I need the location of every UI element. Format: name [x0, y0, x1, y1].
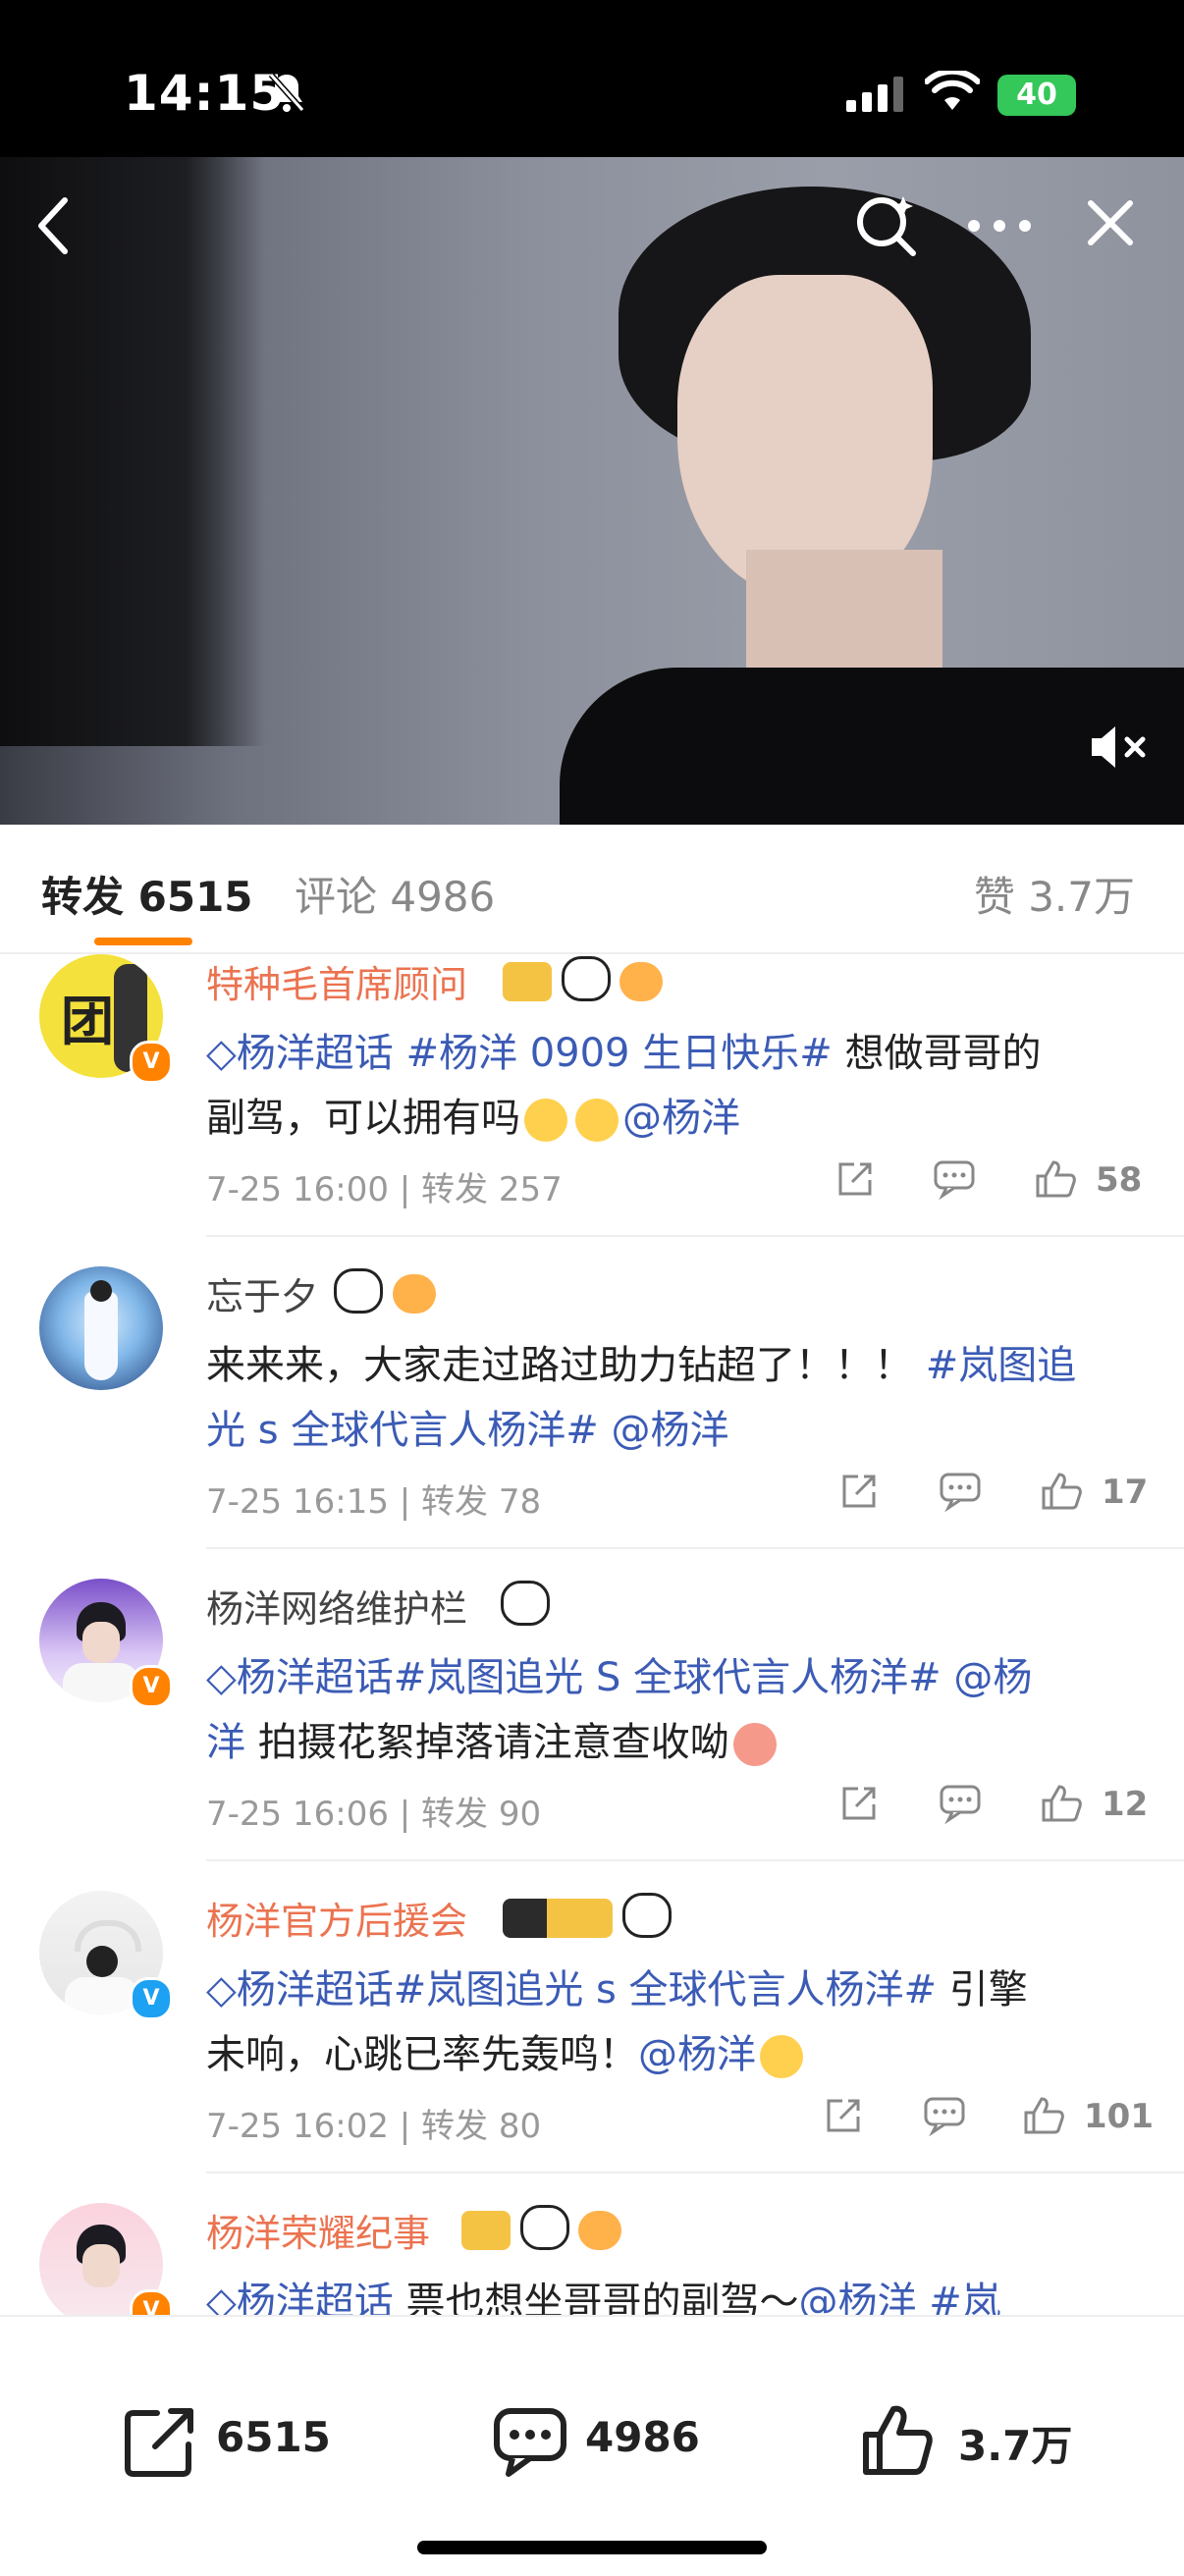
like-icon[interactable]: [1023, 2095, 1066, 2140]
comment-icon[interactable]: [923, 2095, 966, 2140]
comment-button[interactable]: 4986: [491, 2395, 727, 2484]
wifi-icon: [924, 68, 981, 118]
comment-text: ◇杨洋超话#岚图追光 S 全球代言人杨洋# @杨 洋 拍摄花絮掉落请注意查收呦: [206, 1655, 1033, 1766]
user-emblem-icons: [334, 1268, 436, 1321]
list-item[interactable]: 忘于夕 来来来，大家走过路过助力钻超了！！！ #岚图追 光 s 全球代言人杨洋#…: [0, 1266, 1184, 1579]
verified-badge: V: [130, 1041, 173, 1084]
like-icon[interactable]: [1041, 1471, 1084, 1516]
verified-badge: V: [130, 2289, 173, 2315]
comment-meta: 7-25 16:02 | 转发 80: [206, 2107, 542, 2146]
comment-text: ◇杨洋超话 票也想坐哥哥的副驾～@杨洋 #岚: [206, 2280, 1001, 2315]
share-icon[interactable]: [838, 1783, 880, 1828]
comment-text: 来来来，大家走过路过助力钻超了！！！ #岚图追 光 s 全球代言人杨洋# @杨洋: [206, 1343, 1077, 1453]
comment-icon[interactable]: [939, 1783, 982, 1828]
list-item[interactable]: V 杨洋网络维护栏 ◇杨洋超话#岚图追光 S 全球代言人杨洋# @杨 洋 拍摄花…: [0, 1579, 1184, 1891]
comment-list[interactable]: 团 V 特种毛首席顾问 ◇杨洋超话 #杨洋 0909 生日快乐# 想做哥哥的 副…: [0, 954, 1184, 2315]
cute-emoji-icon: [732, 1723, 777, 1766]
smile-emoji-icon: [524, 1099, 567, 1142]
user-emblem-icons: [501, 1581, 550, 1634]
back-icon[interactable]: [33, 194, 73, 261]
search-icon[interactable]: [852, 190, 921, 263]
tab-active-indicator: [94, 938, 192, 945]
home-indicator[interactable]: [417, 2541, 767, 2554]
user-emblem-icons: [461, 2205, 622, 2258]
video-player[interactable]: [0, 157, 1184, 825]
status-time: 14:15: [124, 65, 286, 122]
tab-comment[interactable]: 评论 4986: [295, 864, 495, 924]
user-emblem-icons: [503, 956, 664, 1009]
more-icon[interactable]: [966, 218, 1033, 238]
list-item[interactable]: V 杨洋荣耀纪事 ◇杨洋超话 票也想坐哥哥的副驾～@杨洋 #岚: [0, 2203, 1184, 2315]
username[interactable]: 特种毛首席顾问: [206, 954, 467, 1008]
share-icon[interactable]: [823, 2095, 864, 2140]
username[interactable]: 杨洋官方后援会: [206, 1891, 467, 1945]
comment-actions: 101: [827, 2095, 1154, 2144]
user-emblem-icons: [503, 1893, 672, 1946]
comment-text: ◇杨洋超话 #杨洋 0909 生日快乐# 想做哥哥的 副驾，可以拥有吗 @杨洋: [206, 1031, 1042, 1142]
verified-badge: V: [130, 1977, 173, 2020]
comment-meta: 7-25 16:00 | 转发 257: [206, 1170, 563, 1209]
tab-like[interactable]: 赞 3.7万: [974, 864, 1135, 924]
like-icon: [860, 2401, 939, 2484]
username[interactable]: 杨洋网络维护栏: [206, 1579, 467, 1633]
like-button[interactable]: 3.7万: [860, 2395, 1076, 2484]
share-icon[interactable]: [834, 1158, 876, 1204]
comment-icon[interactable]: [933, 1158, 976, 1204]
comment-icon: [491, 2405, 569, 2484]
like-count: 12: [1102, 1785, 1149, 1824]
comment-text: ◇杨洋超话#岚图追光 s 全球代言人杨洋# 引擎 未响，心跳已率先轰鸣！@杨洋: [206, 1967, 1028, 2078]
list-item[interactable]: 团 V 特种毛首席顾问 ◇杨洋超话 #杨洋 0909 生日快乐# 想做哥哥的 副…: [0, 954, 1184, 1266]
username[interactable]: 忘于夕: [206, 1266, 318, 1320]
comment-actions: 12: [834, 1783, 1149, 1832]
mute-icon[interactable]: [1088, 723, 1153, 776]
like-count: 17: [1102, 1473, 1149, 1512]
bell-muted-icon: [267, 71, 306, 118]
like-count: 58: [1096, 1160, 1143, 1200]
like-count: 101: [1084, 2097, 1154, 2136]
avatar[interactable]: [39, 1266, 163, 1390]
bottom-action-bar: 6515 4986 3.7万: [0, 2315, 1184, 2576]
username[interactable]: 杨洋荣耀纪事: [206, 2203, 430, 2257]
smile-emoji-icon: [575, 1099, 619, 1142]
close-icon[interactable]: [1086, 198, 1135, 251]
comment-meta: 7-25 16:15 | 转发 78: [206, 1482, 542, 1522]
comment-actions: 17: [834, 1471, 1149, 1520]
battery-charging-icon: 40: [997, 75, 1076, 116]
tab-repost[interactable]: 转发 6515: [41, 864, 253, 924]
comment-icon[interactable]: [939, 1471, 982, 1516]
excited-emoji-icon: [760, 2035, 803, 2078]
share-icon[interactable]: [838, 1471, 880, 1516]
list-item[interactable]: V 杨洋官方后援会 ◇杨洋超话#岚图追光 s 全球代言人杨洋# 引擎 未响，心跳…: [0, 1891, 1184, 2203]
like-icon[interactable]: [1041, 1783, 1084, 1828]
status-bar: 14:15 40: [0, 0, 1184, 157]
comment-actions: 58: [834, 1158, 1149, 1208]
repost-button[interactable]: 6515: [122, 2395, 338, 2484]
like-icon[interactable]: [1035, 1158, 1078, 1204]
share-icon: [122, 2405, 200, 2484]
comment-meta: 7-25 16:06 | 转发 90: [206, 1795, 542, 1834]
signal-icon: [846, 77, 905, 116]
verified-badge: V: [130, 1665, 173, 1708]
